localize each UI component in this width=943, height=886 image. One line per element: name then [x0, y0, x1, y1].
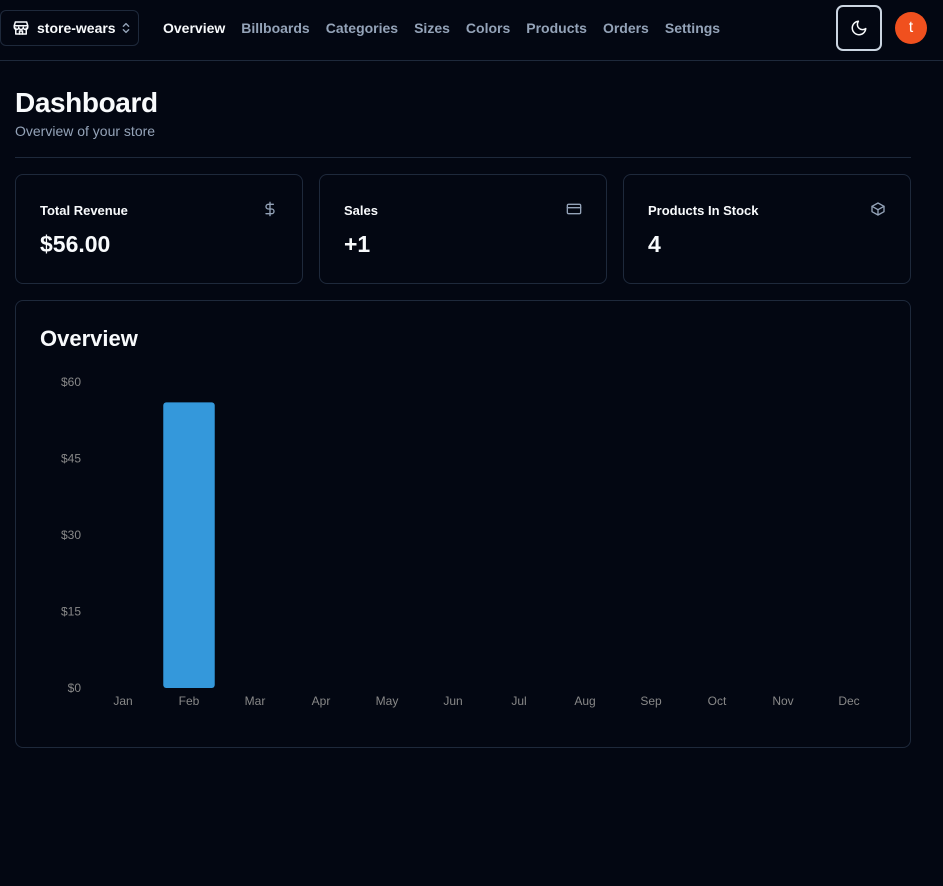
page-title: Dashboard — [15, 87, 158, 118]
package-icon — [871, 202, 885, 216]
x-tick-label: May — [376, 694, 399, 708]
x-tick-label: Oct — [708, 694, 727, 708]
y-tick-label: $15 — [61, 605, 81, 619]
x-tick-label: Mar — [245, 694, 266, 708]
credit-card-icon — [566, 203, 582, 215]
nav-settings[interactable]: Settings — [665, 19, 720, 37]
nav-orders[interactable]: Orders — [603, 19, 649, 37]
sales-card: Sales +1 — [319, 174, 607, 284]
x-tick-label: Feb — [179, 694, 200, 708]
card-value: $56.00 — [40, 231, 111, 257]
x-tick-label: Dec — [838, 694, 859, 708]
x-tick-label: Apr — [312, 694, 331, 708]
overview-chart-card: Overview $0 $15 $30 $45 $60 Jan Feb Mar Apr May Ju… — [15, 300, 911, 748]
card-label: Products In Stock — [648, 203, 759, 218]
theme-toggle-button[interactable] — [836, 5, 882, 51]
user-avatar[interactable]: t — [895, 12, 927, 44]
card-value: +1 — [344, 231, 371, 257]
nav-sizes[interactable]: Sizes — [414, 19, 450, 37]
y-tick-label: $45 — [61, 452, 81, 466]
main-nav: Overview Billboards Categories Sizes Col… — [163, 19, 736, 37]
products-in-stock-card: Products In Stock 4 — [623, 174, 911, 284]
store-switcher[interactable]: store-wears — [0, 10, 139, 46]
nav-overview[interactable]: Overview — [163, 19, 225, 37]
x-tick-label: Nov — [772, 694, 793, 708]
nav-categories[interactable]: Categories — [326, 19, 398, 37]
avatar-letter: t — [908, 19, 914, 36]
x-tick-label: Aug — [574, 694, 595, 708]
y-tick-label: $30 — [61, 528, 81, 542]
nav-colors[interactable]: Colors — [466, 19, 510, 37]
store-name: store-wears — [37, 20, 116, 36]
moon-icon — [851, 20, 867, 36]
x-tick-label: Jul — [511, 694, 526, 708]
dollar-icon — [265, 201, 275, 217]
x-tick-label: Jun — [443, 694, 462, 708]
y-tick-label: $60 — [61, 375, 81, 389]
y-tick-label: $0 — [68, 681, 82, 695]
card-label: Total Revenue — [40, 203, 128, 218]
nav-billboards[interactable]: Billboards — [241, 19, 309, 37]
top-navbar: store-wears Overview Billboards Categori… — [0, 0, 943, 61]
chevrons-up-down-icon — [122, 22, 129, 34]
nav-products[interactable]: Products — [526, 19, 587, 37]
x-tick-label: Jan — [113, 694, 132, 708]
bar-feb[interactable] — [163, 402, 215, 688]
total-revenue-card: Total Revenue $56.00 — [15, 174, 303, 284]
page-subtitle: Overview of your store — [15, 123, 156, 139]
store-icon — [13, 21, 29, 35]
separator — [15, 157, 911, 158]
card-label: Sales — [344, 203, 378, 218]
revenue-bar-chart: $0 $15 $30 $45 $60 Jan Feb Mar Apr May Jun Jul Aug Se… — [61, 375, 860, 708]
card-value: 4 — [648, 231, 661, 257]
x-tick-label: Sep — [640, 694, 662, 708]
